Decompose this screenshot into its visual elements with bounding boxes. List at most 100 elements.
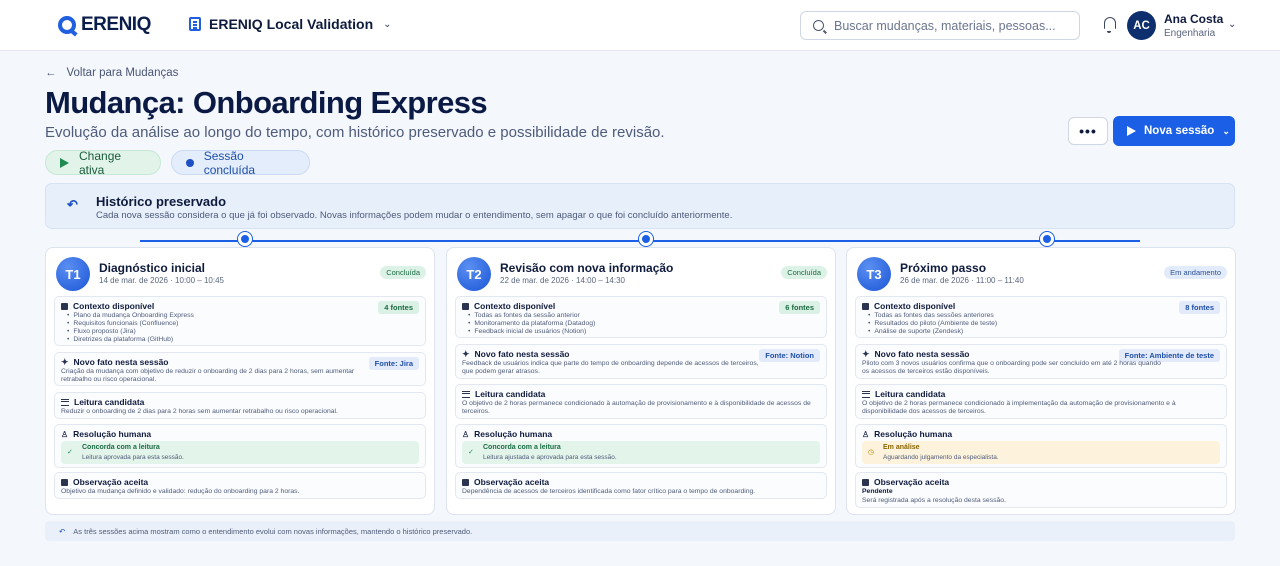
list-icon	[61, 398, 69, 406]
resolution-sub: Leitura ajustada e aprovada para esta se…	[483, 453, 617, 461]
search-input[interactable]	[834, 18, 1074, 33]
section-label: Resolução humana	[474, 429, 553, 439]
list-item: Análise de suporte (Zendesk)	[868, 328, 997, 336]
section-label: Contexto disponível	[874, 301, 956, 311]
banner-title: Histórico preservado	[96, 194, 227, 209]
resolution-sub: Aguardando julgamento da especialista.	[883, 453, 999, 461]
observation-text: Objetivo da mudança definido e validado:…	[61, 488, 300, 495]
brand-name: ERENIQ	[81, 14, 151, 35]
resolution-title: Concorda com a leitura	[82, 444, 160, 451]
person-icon: ♙	[462, 429, 470, 439]
list-item: Todas as fontes da sessão anterior	[468, 312, 595, 320]
list-item: Diretrizes da plataforma (GitHub)	[67, 336, 194, 344]
resolution-title: Em análise	[883, 444, 920, 451]
new-fact-section: ✦ Novo fato nesta sessão Fonte: Ambiente …	[855, 344, 1227, 379]
banner-text: Cada nova sessão considera o que já foi …	[96, 210, 733, 221]
database-icon	[61, 302, 68, 310]
database-icon	[862, 302, 869, 310]
timeline-marker	[639, 232, 653, 246]
person-icon: ♙	[862, 429, 870, 439]
reading-section: Leitura candidata Reduzir o onboarding d…	[54, 392, 426, 419]
session-card[interactable]: T2 Revisão com nova informação 22 de mar…	[446, 247, 836, 515]
resolution-box: ✓ Concorda com a leitura Leitura aprovad…	[61, 441, 419, 464]
chevron-down-icon[interactable]: ⌄	[1228, 19, 1236, 30]
source-badge: Fonte: Notion	[759, 349, 820, 362]
status-badge: Concluída	[781, 266, 827, 279]
session-date: 14 de mar. de 2026 · 10:00 – 10:45	[99, 276, 224, 285]
sparkle-icon: ✦	[862, 348, 870, 359]
fact-text: Feedback de usuários indica que parte do…	[462, 360, 759, 375]
section-label: Novo fato nesta sessão	[874, 349, 970, 359]
resolution-section: ♙ Resolução humana ✓ Concorda com a leitu…	[455, 424, 827, 468]
more-options-button[interactable]: •••	[1068, 117, 1108, 145]
resolution-title: Concorda com a leitura	[483, 444, 561, 451]
chevron-down-icon: ⌄	[383, 18, 392, 30]
reading-text: O objetivo de 2 horas permanece condicio…	[462, 400, 811, 415]
observation-text: Será registrada após a resolução desta s…	[862, 497, 1006, 504]
workspace-label: ERENIQ Local Validation	[209, 16, 374, 32]
fact-text: Piloto com 3 novos usuários confirma que…	[862, 360, 1161, 375]
check-icon: ✓	[67, 449, 73, 456]
list-item: Feedback inicial de usuários (Notion)	[468, 328, 595, 336]
user-role: Engenharia	[1164, 28, 1216, 39]
document-icon	[61, 478, 68, 486]
section-label: Observação aceita	[73, 477, 149, 487]
reading-text: Reduzir o onboarding de 2 dias para 2 ho…	[61, 408, 338, 415]
list-item: Monitoramento da plataforma (Datadog)	[468, 320, 595, 328]
bell-icon[interactable]	[1104, 17, 1116, 33]
section-label: Contexto disponível	[73, 301, 155, 311]
reading-section: Leitura candidata O objetivo de 2 horas …	[855, 384, 1227, 419]
list-icon	[462, 390, 470, 398]
session-card[interactable]: T1 Diagnóstico inicial 14 de mar. de 202…	[45, 247, 435, 515]
session-badge: T3	[857, 257, 891, 291]
back-label: Voltar para Mudanças	[66, 67, 179, 79]
history-banner: ↶ Histórico preservado Cada nova sessão …	[45, 183, 1235, 229]
observation-text: Dependência de acessos de terceiros iden…	[462, 488, 756, 495]
context-section: Contexto disponível 6 fontes Todas as fo…	[455, 296, 827, 338]
search-icon	[813, 20, 824, 31]
source-list: Plano da mudança Onboarding Express Requ…	[67, 312, 194, 344]
back-link[interactable]: ← Voltar para Mudanças	[45, 67, 178, 79]
timeline-marker	[1040, 232, 1054, 246]
session-card[interactable]: T3 Próximo passo 26 de mar. de 2026 · 11…	[846, 247, 1236, 515]
timeline-marker	[238, 232, 252, 246]
source-count-badge: 8 fontes	[1179, 301, 1220, 314]
sparkle-icon: ✦	[61, 356, 69, 367]
new-session-button[interactable]: Nova sessão ⌄	[1113, 116, 1235, 146]
observation-status: Pendente	[862, 488, 893, 495]
document-icon	[462, 478, 469, 486]
avatar[interactable]: AC	[1127, 11, 1156, 40]
user-name: Ana Costa	[1164, 12, 1224, 26]
status-badge: Concluída	[380, 266, 426, 279]
play-icon	[60, 157, 69, 168]
section-label: Resolução humana	[874, 429, 953, 439]
source-list: Todas as fontes da sessão anterior Monit…	[468, 312, 595, 336]
list-icon	[862, 390, 870, 398]
list-item: Requisitos funcionais (Confluence)	[67, 320, 194, 328]
database-icon	[462, 302, 469, 310]
change-status-pill: Change ativa	[45, 149, 161, 177]
context-section: Contexto disponível 4 fontes Plano da mu…	[54, 296, 426, 346]
source-count-badge: 6 fontes	[779, 301, 820, 314]
reading-text: O objetivo de 2 horas permanece condicio…	[862, 400, 1176, 415]
building-icon	[189, 17, 201, 31]
history-icon: ↶	[59, 526, 66, 536]
resolution-section: ♙ Resolução humana ✓ Concorda com a leitu…	[54, 424, 426, 468]
footer-note: ↶ As três sessões acima mostram como o e…	[45, 521, 1235, 541]
clock-icon: ◷	[868, 449, 875, 456]
sparkle-icon: ✦	[462, 348, 470, 359]
session-badge: T1	[56, 257, 90, 291]
brand-logo[interactable]: ERENIQ	[58, 14, 151, 36]
session-status-pill: Sessão concluída	[171, 148, 310, 177]
resolution-box: ◷ Em análise Aguardando julgamento da es…	[862, 441, 1220, 464]
section-label: Leitura candidata	[875, 389, 946, 399]
reading-section: Leitura candidata O objetivo de 2 horas …	[455, 384, 827, 419]
status-dot-icon	[186, 158, 194, 167]
page-subtitle: Evolução da análise ao longo do tempo, c…	[45, 124, 665, 141]
section-label: Resolução humana	[73, 429, 152, 439]
new-session-label: Nova sessão	[1144, 125, 1215, 137]
session-status-label: Sessão concluída	[203, 148, 256, 177]
footer-note-text: As três sessões acima mostram como o ent…	[73, 526, 473, 536]
observation-section: Observação aceita Objetivo da mudança de…	[54, 472, 426, 499]
workspace-selector[interactable]: ERENIQ Local Validation ⌄	[189, 16, 392, 32]
